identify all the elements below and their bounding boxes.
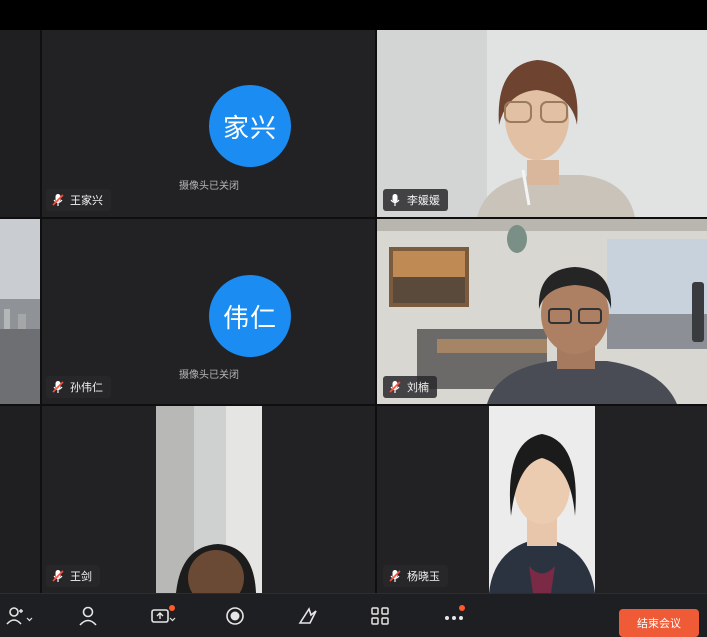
- participants-icon: [79, 606, 97, 626]
- mic-muted-icon: [52, 570, 64, 582]
- meeting-toolbar: 结束会议: [0, 593, 707, 637]
- invite-button[interactable]: [4, 604, 34, 628]
- record-icon: [226, 607, 244, 625]
- city-video-feed: [0, 219, 40, 404]
- participant-name-tag: 王家兴: [46, 189, 111, 211]
- video-tile-p5[interactable]: 王剑: [42, 406, 375, 593]
- participant-name: 李媛媛: [407, 194, 440, 207]
- avatar: 家兴: [209, 85, 291, 167]
- invite-icon: [6, 607, 33, 625]
- reactions-icon: [298, 607, 317, 624]
- participant-name: 孙伟仁: [70, 381, 103, 394]
- video-grid: 家兴 摄像头已关闭 王家兴 李媛媛 伟仁 摄像头已关闭 孙伟仁 刘楠 王剑 杨晓…: [0, 30, 707, 593]
- participant-name-tag: 刘楠: [383, 376, 437, 398]
- end-meeting-button[interactable]: 结束会议: [619, 609, 699, 637]
- camera-off-label: 摄像头已关闭: [179, 370, 239, 381]
- participant-name-tag: 孙伟仁: [46, 376, 111, 398]
- video-tile-partial-3[interactable]: [0, 406, 40, 593]
- notification-dot: [459, 605, 465, 611]
- participant-name: 王家兴: [70, 194, 103, 207]
- layout-button[interactable]: [365, 604, 395, 628]
- participants-button[interactable]: [73, 604, 103, 628]
- video-tile-p2[interactable]: 李媛媛: [377, 30, 707, 217]
- share-screen-button[interactable]: [148, 604, 178, 628]
- video-tile-p3[interactable]: 伟仁 摄像头已关闭 孙伟仁: [42, 219, 375, 404]
- participant-name-tag: 李媛媛: [383, 189, 448, 211]
- layout-icon: [371, 607, 389, 625]
- participant-video-feed: [156, 406, 262, 593]
- notification-dot: [169, 605, 175, 611]
- video-tile-p4[interactable]: 刘楠: [377, 219, 707, 404]
- reactions-button[interactable]: [293, 604, 323, 628]
- record-button[interactable]: [220, 604, 250, 628]
- mic-muted-icon: [52, 381, 64, 393]
- participant-video-feed: [489, 406, 595, 593]
- video-tile-p1[interactable]: 家兴 摄像头已关闭 王家兴: [42, 30, 375, 217]
- more-button[interactable]: [439, 604, 469, 628]
- video-tile-partial-1[interactable]: [0, 30, 40, 217]
- participant-name-tag: 杨晓玉: [383, 565, 448, 587]
- next-page-handle[interactable]: [692, 282, 704, 342]
- mic-icon: [390, 194, 400, 206]
- mic-muted-icon: [52, 194, 64, 206]
- mic-muted-icon: [389, 381, 401, 393]
- avatar: 伟仁: [209, 275, 291, 357]
- participant-name: 杨晓玉: [407, 570, 440, 583]
- camera-off-label: 摄像头已关闭: [179, 181, 239, 192]
- participant-name: 刘楠: [407, 381, 429, 394]
- video-tile-p6[interactable]: 杨晓玉: [377, 406, 707, 593]
- participant-name-tag: 王剑: [46, 565, 100, 587]
- participant-name: 王剑: [70, 570, 92, 583]
- video-tile-partial-2[interactable]: [0, 219, 40, 404]
- mic-muted-icon: [389, 570, 401, 582]
